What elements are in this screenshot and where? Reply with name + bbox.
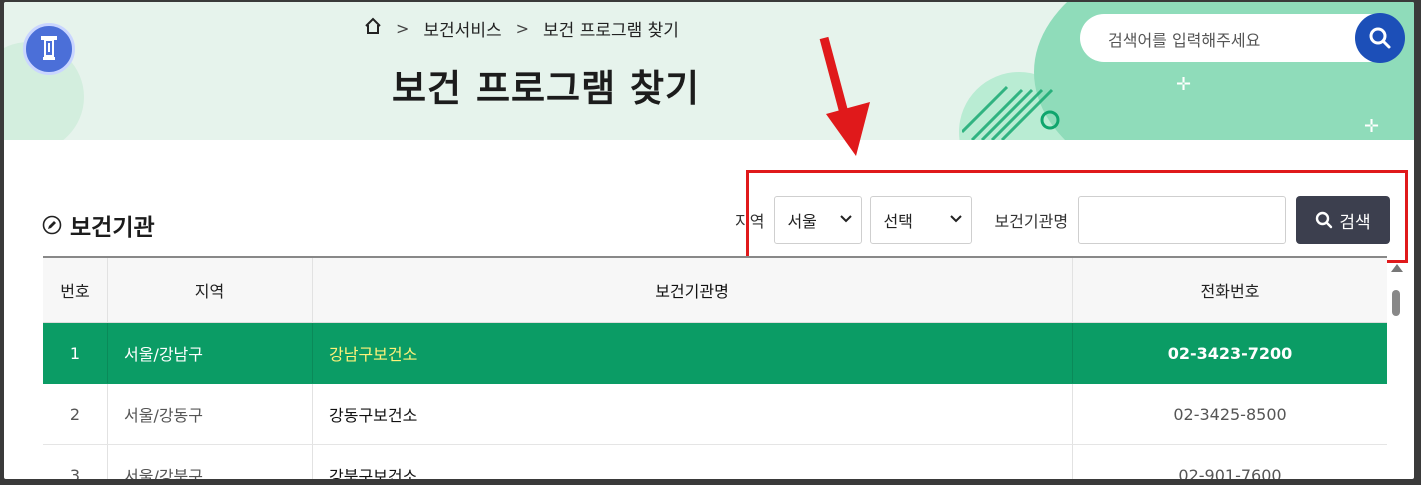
row-facility-name[interactable]: 강동구보건소	[312, 383, 1073, 445]
row-phone: 02-3423-7200	[1072, 322, 1387, 384]
breadcrumb-item[interactable]: 보건 프로그램 찾기	[543, 16, 679, 41]
breadcrumb: > 보건서비스 > 보건 프로그램 찾기	[364, 16, 679, 41]
decorative-stripes	[962, 85, 1060, 140]
annotation-highlight-box	[746, 170, 1408, 263]
table-row[interactable]: 2 서울/강동구 강동구보건소 02-3425-8500	[43, 383, 1387, 445]
row-region: 서울/강남구	[107, 322, 313, 384]
row-number: 3	[43, 444, 108, 479]
pencil-icon	[42, 215, 62, 235]
page-title: 보건 프로그램 찾기	[392, 67, 701, 110]
table-header-row: 번호 지역 보건기관명 전화번호	[43, 256, 1387, 323]
table-scrollbar[interactable]	[1389, 264, 1403, 479]
section-title-text: 보건기관	[70, 215, 155, 241]
health-center-table: 번호 지역 보건기관명 전화번호 1 서울/강남구 강남구보건소 02-3423…	[43, 256, 1387, 479]
section-title: 보건기관	[42, 208, 155, 242]
column-header-name: 보건기관명	[312, 256, 1073, 323]
top-search-input[interactable]: 검색어를 입력해주세요	[1108, 27, 1260, 51]
chevron-right-icon: >	[396, 19, 410, 38]
health-logo-icon	[41, 36, 57, 60]
table-row[interactable]: 3 서울/강북구 강북구보건소 02-901-7600	[43, 444, 1387, 479]
row-region: 서울/강동구	[107, 383, 313, 445]
column-header-number: 번호	[43, 256, 108, 323]
hero-banner: ✛ ✛ > 보건서비스 > 보건 프로그램 찾기 보건 프로그램 찾기 검색어를…	[4, 2, 1414, 140]
row-number: 1	[43, 322, 108, 384]
row-facility-name[interactable]: 강남구보건소	[312, 322, 1073, 384]
table-row[interactable]: 1 서울/강남구 강남구보건소 02-3423-7200	[43, 322, 1387, 384]
search-icon	[1369, 27, 1391, 49]
chevron-right-icon: >	[515, 19, 530, 38]
home-icon[interactable]	[364, 17, 382, 40]
row-facility-name[interactable]: 강북구보건소	[312, 444, 1073, 479]
scroll-up-arrow-icon[interactable]	[1391, 264, 1403, 272]
column-header-region: 지역	[107, 256, 313, 323]
scrollbar-thumb[interactable]	[1392, 290, 1400, 316]
annotation-arrow	[819, 36, 870, 156]
page-frame: ✛ ✛ > 보건서비스 > 보건 프로그램 찾기 보건 프로그램 찾기 검색어를…	[4, 2, 1414, 479]
row-phone: 02-901-7600	[1072, 444, 1387, 479]
site-logo[interactable]	[23, 23, 75, 75]
column-header-phone: 전화번호	[1072, 256, 1387, 323]
sparkle-icon: ✛	[1364, 116, 1380, 137]
sparkle-icon: ✛	[1176, 74, 1192, 95]
row-number: 2	[43, 383, 108, 445]
top-search-button[interactable]	[1355, 13, 1405, 63]
row-region: 서울/강북구	[107, 444, 313, 479]
breadcrumb-item[interactable]: 보건서비스	[423, 16, 501, 41]
row-phone: 02-3425-8500	[1072, 383, 1387, 445]
